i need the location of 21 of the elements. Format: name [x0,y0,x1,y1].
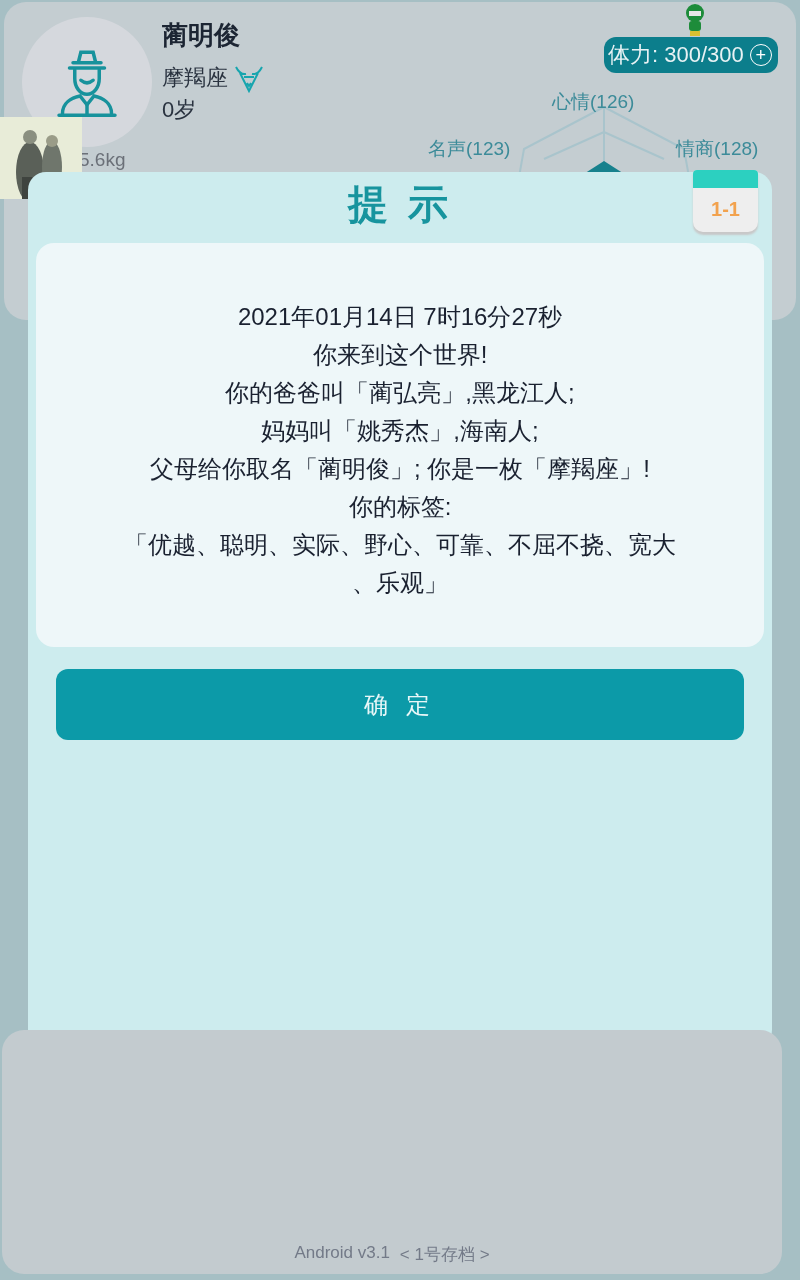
message-line: 你的爸爸叫「蔺弘亮」,黑龙江人; [225,378,575,408]
message-line: 「优越、聪明、实际、野心、可靠、不屈不挠、宽大 [124,530,676,560]
radar-label: 心情(126) [552,90,635,114]
message-line: 妈妈叫「姚秀杰」,海南人; [261,416,539,446]
stamina-label: 体力: 300/300 [608,41,744,69]
message-line: 父母给你取名「蔺明俊」; 你是一枚「摩羯座」! [150,454,650,484]
message-line: 你的标签: [348,492,452,522]
player-name: 蔺明俊 [162,19,241,52]
stamina-pill[interactable]: 体力: 300/300 + [604,37,778,73]
confirm-button[interactable]: 确 定 [56,669,744,740]
message-line: 、乐观」 [352,568,448,598]
message-line: 2021年01月14日 7时16分27秒 [237,302,563,332]
save-slot-link[interactable]: < 1号存档 > [399,1243,490,1266]
radar-label: 名声(123) [428,137,511,161]
dialog-title: 提 示 [348,181,452,228]
calendar-date: 1-1 [710,198,741,221]
age-label: 0岁 [162,96,198,124]
zodiac-label: 摩羯座 [162,64,228,92]
radar-label: 情商(128) [676,137,759,161]
version-label: Android v3.1 [294,1243,390,1264]
message-line: 你来到这个世界! [312,340,488,370]
